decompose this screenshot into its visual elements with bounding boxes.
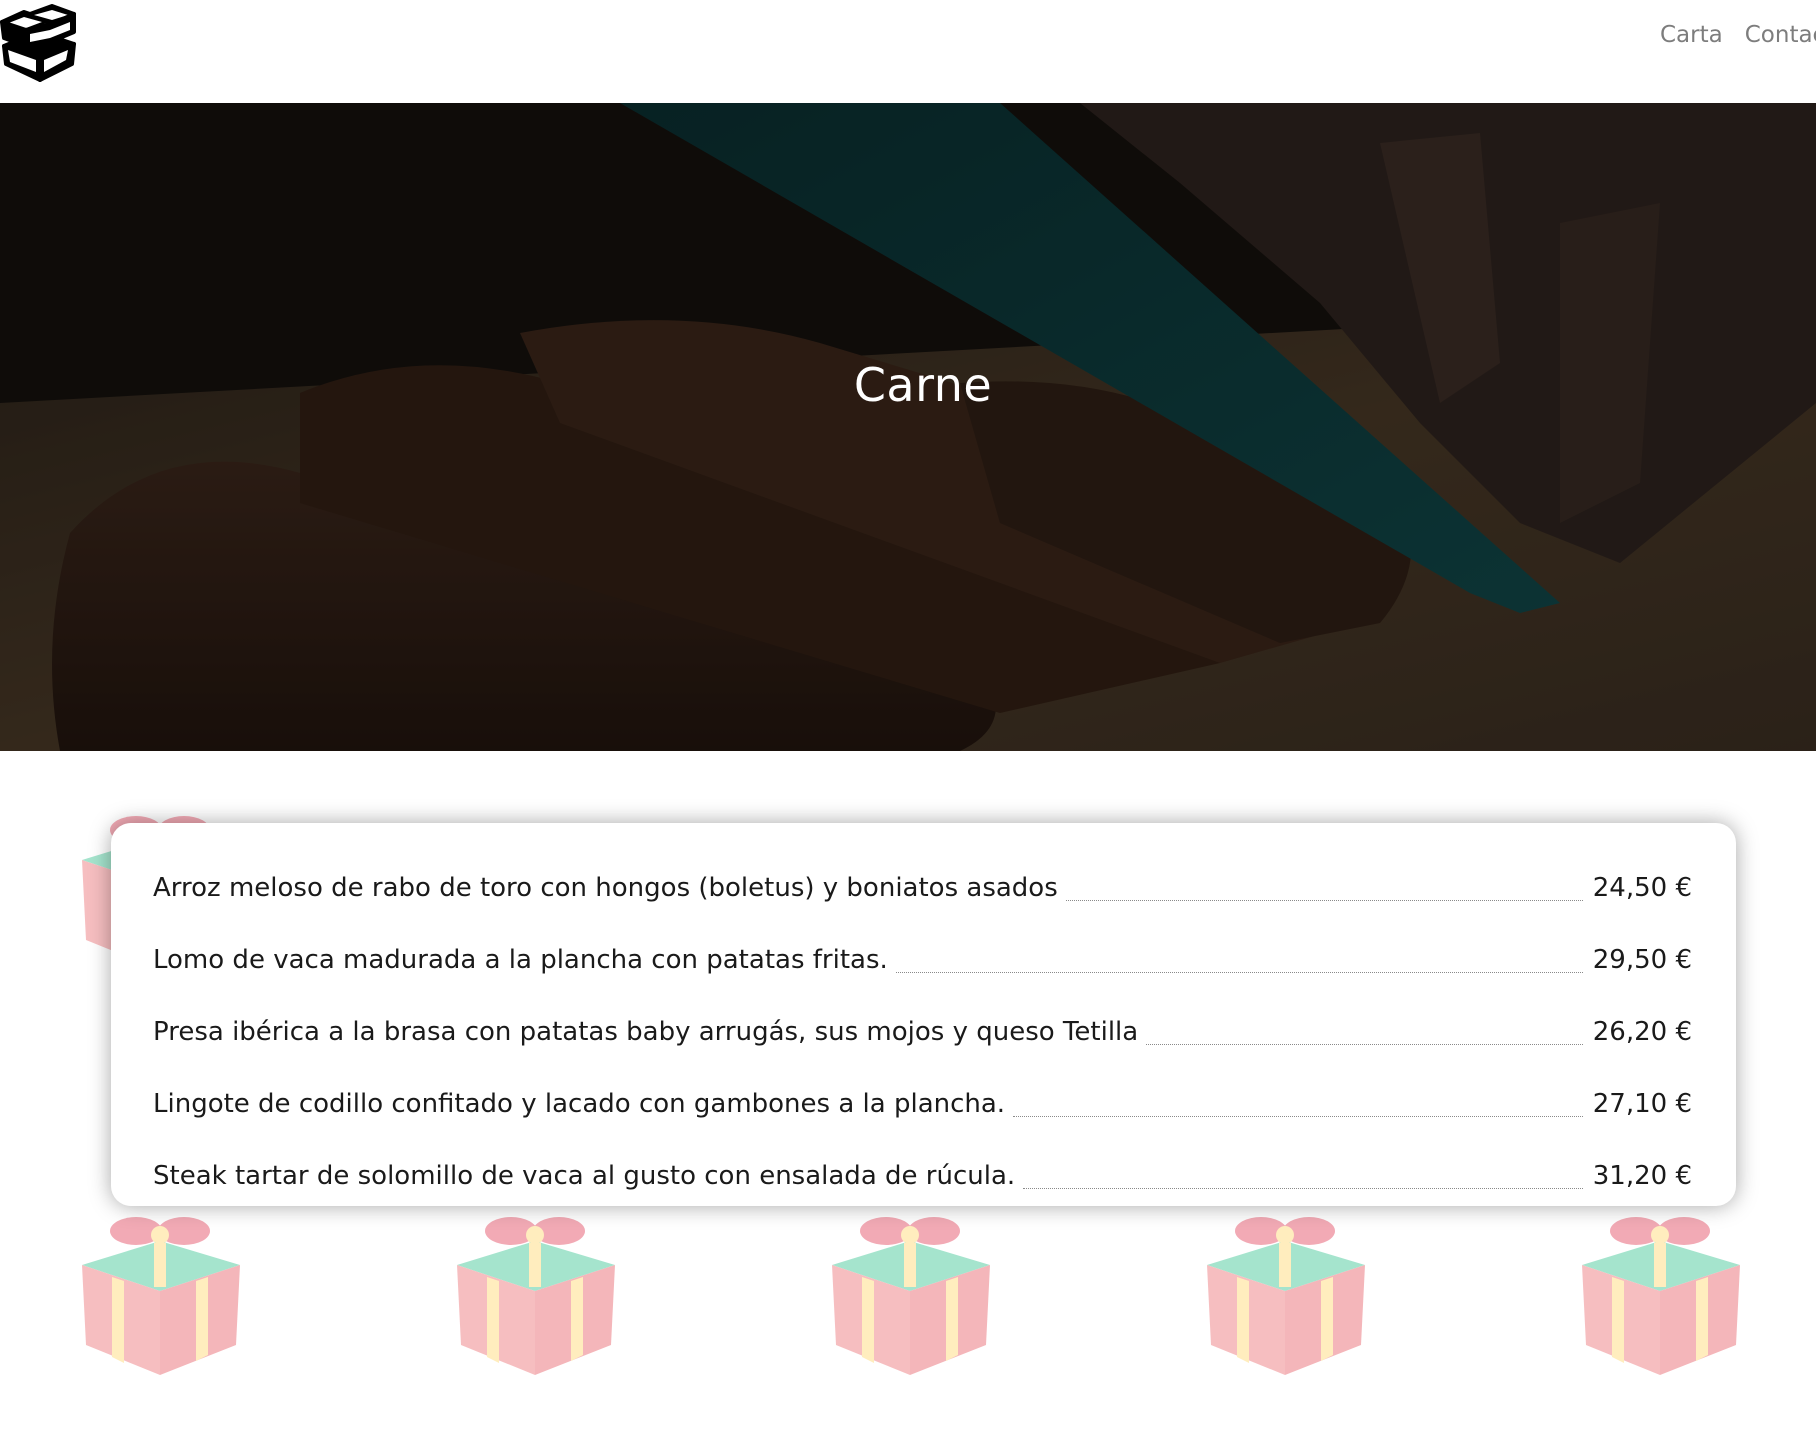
hero-banner: Carne [0, 103, 1816, 751]
dish-price: 26,20 € [1592, 1017, 1692, 1047]
boxes-logo-icon[interactable] [0, 2, 78, 82]
dish-price: 31,20 € [1592, 1161, 1692, 1191]
dish-price: 29,50 € [1592, 945, 1692, 975]
dotted-leader [1146, 1044, 1583, 1045]
dotted-leader [1013, 1116, 1583, 1117]
dish-name: Lomo de vaca madurada a la plancha con p… [153, 945, 888, 975]
gift-box-icon [457, 1217, 615, 1375]
site-header: Carta Contacto [0, 0, 1816, 103]
menu-item: Steak tartar de solomillo de vaca al gus… [153, 1129, 1692, 1201]
meat-photo [0, 103, 1816, 751]
dish-name: Presa ibérica a la brasa con patatas bab… [153, 1017, 1139, 1047]
gift-box-icon [832, 1217, 990, 1375]
nav-link-contacto[interactable]: Contacto [1745, 22, 1816, 48]
dotted-leader [1023, 1188, 1583, 1189]
dish-name: Arroz meloso de rabo de toro con hongos … [153, 873, 1058, 903]
dish-name: Lingote de codillo confitado y lacado co… [153, 1089, 1006, 1119]
dotted-leader [895, 972, 1583, 973]
nav-link-carta[interactable]: Carta [1660, 22, 1723, 48]
menu-item: Lomo de vaca madurada a la plancha con p… [153, 913, 1692, 985]
gift-box-icon [82, 1217, 240, 1375]
dish-price: 27,10 € [1592, 1089, 1692, 1119]
dish-price: 24,50 € [1592, 873, 1692, 903]
gift-box-icon [1207, 1217, 1365, 1375]
gift-box-icon [1582, 1217, 1740, 1375]
main-nav: Carta Contacto [1660, 22, 1816, 48]
menu-item: Lingote de codillo confitado y lacado co… [153, 1057, 1692, 1129]
menu-item: Presa ibérica a la brasa con patatas bab… [153, 985, 1692, 1057]
menu-card: Arroz meloso de rabo de toro con hongos … [111, 823, 1736, 1206]
page: Carta Contacto [0, 0, 1816, 1433]
dotted-leader [1065, 900, 1583, 901]
menu-item: Arroz meloso de rabo de toro con hongos … [153, 841, 1692, 913]
dish-name: Steak tartar de solomillo de vaca al gus… [153, 1161, 1016, 1191]
hero-title: Carne [853, 358, 993, 412]
